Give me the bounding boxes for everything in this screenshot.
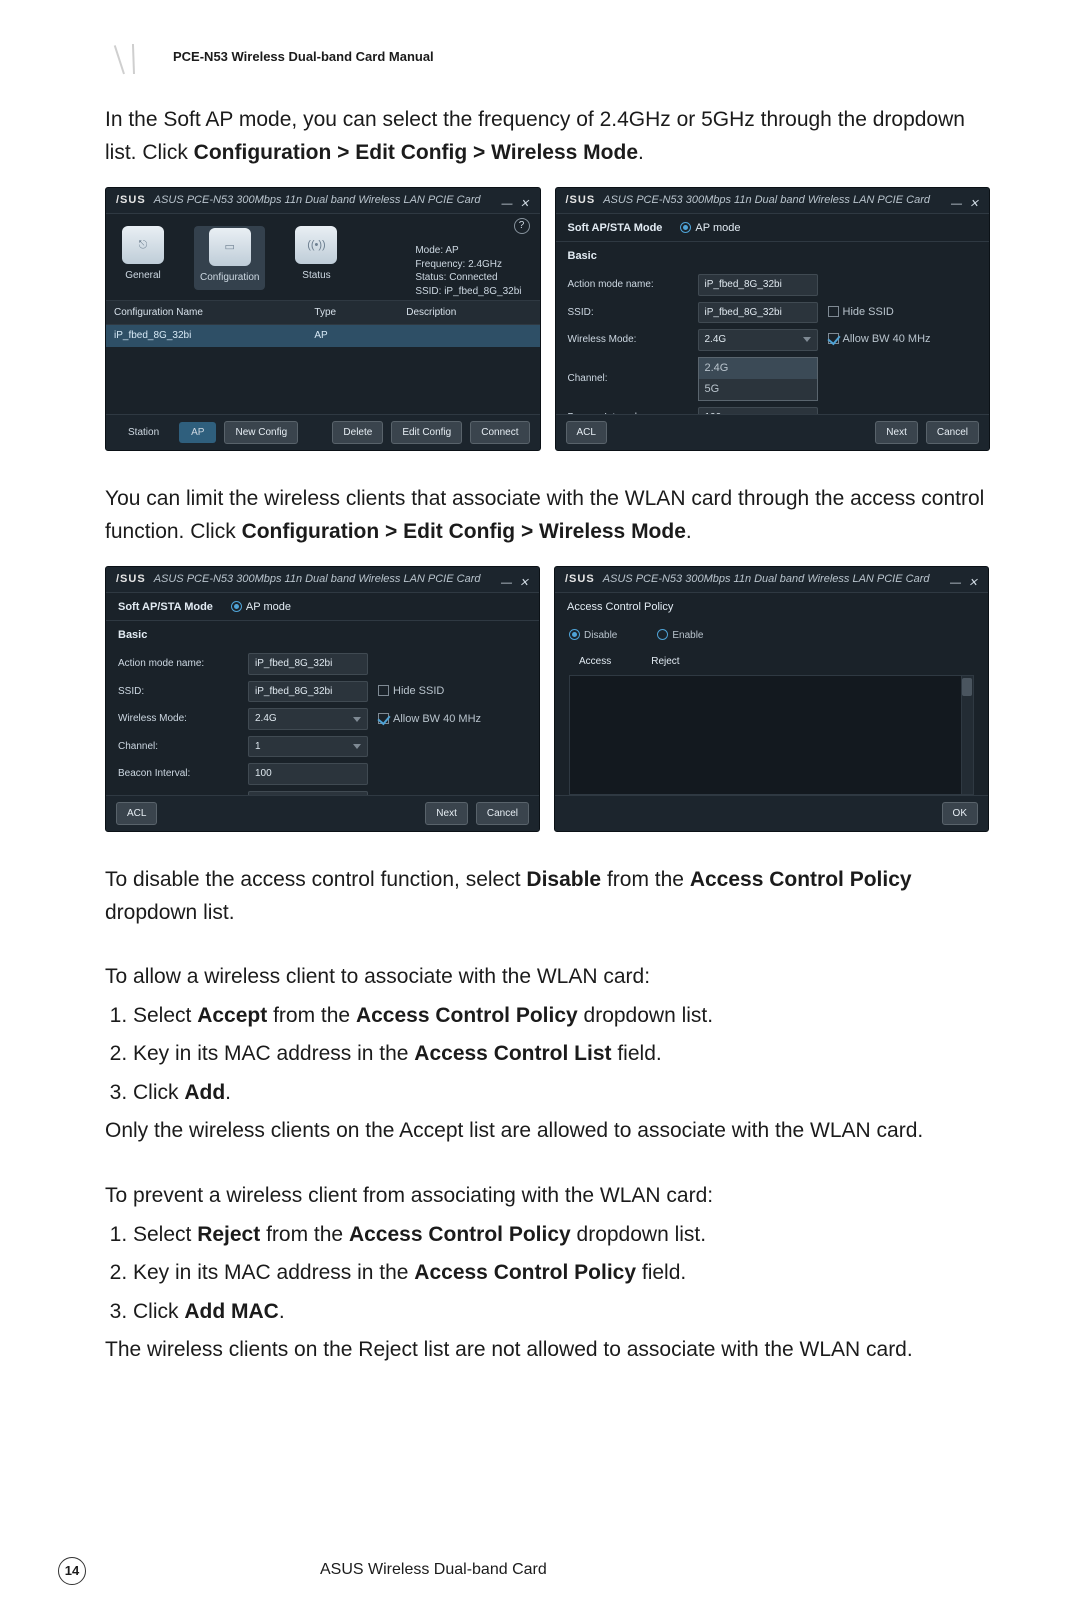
channel-select[interactable]: 1 bbox=[248, 736, 368, 758]
channel-open-list[interactable]: 2.4G 5G bbox=[698, 357, 818, 401]
minimize-button[interactable]: — bbox=[502, 196, 512, 206]
ap-mode-radio[interactable]: AP mode bbox=[231, 599, 291, 616]
section-basic: Basic bbox=[556, 242, 990, 271]
panel-edit-config-dropdown: /SUS ASUS PCE-N53 300Mbps 11n Dual band … bbox=[555, 187, 991, 451]
cancel-button[interactable]: Cancel bbox=[476, 802, 529, 826]
close-button[interactable]: ✕ bbox=[969, 196, 979, 206]
minimize-button[interactable]: — bbox=[951, 196, 961, 206]
mode-readout: Mode: AP Frequency: 2.4GHz Status: Conne… bbox=[415, 244, 521, 298]
next-button[interactable]: Next bbox=[425, 802, 468, 826]
close-button[interactable]: ✕ bbox=[520, 196, 530, 206]
help-button[interactable]: ? bbox=[514, 218, 530, 234]
reject-steps: Select Reject from the Access Control Po… bbox=[105, 1219, 990, 1329]
wireless-mode-select[interactable]: 2.4G bbox=[248, 708, 368, 730]
tab-general[interactable]: ⎋ General bbox=[122, 226, 164, 290]
para-reject-result: The wireless clients on the Reject list … bbox=[105, 1334, 990, 1367]
ok-button[interactable]: OK bbox=[942, 802, 978, 826]
mac-listbox[interactable] bbox=[569, 675, 974, 795]
hide-ssid-checkbox[interactable]: Hide SSID bbox=[378, 683, 444, 700]
panel-edit-config-basic: /SUS ASUS PCE-N53 300Mbps 11n Dual band … bbox=[105, 566, 540, 832]
new-config-button[interactable]: New Config bbox=[224, 421, 298, 445]
brand: /SUS bbox=[116, 192, 146, 209]
panel-config-list: /SUS ASUS PCE-N53 300Mbps 11n Dual band … bbox=[105, 187, 541, 451]
config-row-selected[interactable]: iP_fbed_8G_32bi AP bbox=[106, 325, 540, 347]
scrollbar[interactable] bbox=[961, 676, 973, 794]
page-number: 14 bbox=[58, 1557, 86, 1585]
acp-title: Access Control Policy bbox=[555, 593, 988, 622]
screenshot-row-2: /SUS ASUS PCE-N53 300Mbps 11n Dual band … bbox=[105, 566, 990, 832]
connect-button[interactable]: Connect bbox=[470, 421, 529, 445]
antenna-icon bbox=[105, 40, 155, 74]
action-mode-field[interactable]: iP_fbed_8G_32bi bbox=[248, 653, 368, 675]
close-button[interactable]: ✕ bbox=[968, 575, 978, 585]
delete-button[interactable]: Delete bbox=[332, 421, 383, 445]
ap-mode-radio[interactable]: AP mode bbox=[680, 220, 740, 237]
tab-status[interactable]: ((•)) Status bbox=[295, 226, 337, 290]
general-icon: ⎋ bbox=[122, 226, 164, 264]
allow-steps: Select Accept from the Access Control Po… bbox=[105, 1000, 990, 1110]
wireless-mode-select[interactable]: 2.4G bbox=[698, 329, 818, 351]
status-icon: ((•)) bbox=[295, 226, 337, 264]
ssid-field[interactable]: iP_fbed_8G_32bi bbox=[248, 681, 368, 703]
ssid-field[interactable]: iP_fbed_8G_32bi bbox=[698, 302, 818, 324]
softap-label: Soft AP/STA Mode bbox=[568, 220, 663, 237]
acp-disable-radio[interactable]: Disable bbox=[569, 628, 617, 644]
para-access-control-intro: You can limit the wireless clients that … bbox=[105, 483, 990, 548]
acl-button[interactable]: ACL bbox=[116, 802, 157, 826]
chevron-down-icon bbox=[353, 717, 361, 722]
chevron-down-icon bbox=[353, 744, 361, 749]
tab-reject[interactable]: Reject bbox=[651, 654, 679, 670]
footer-tab-station[interactable]: Station bbox=[116, 422, 171, 444]
minimize-button[interactable]: — bbox=[950, 575, 960, 585]
para-reject-intro: To prevent a wireless client from associ… bbox=[105, 1180, 990, 1213]
action-mode-field[interactable]: iP_fbed_8G_32bi bbox=[698, 274, 818, 296]
manual-title: PCE-N53 Wireless Dual-band Card Manual bbox=[173, 47, 434, 67]
titlebar: /SUS ASUS PCE-N53 300Mbps 11n Dual band … bbox=[106, 188, 540, 214]
edit-config-button[interactable]: Edit Config bbox=[391, 421, 462, 445]
acl-button[interactable]: ACL bbox=[566, 421, 607, 445]
para-softap-intro: In the Soft AP mode, you can select the … bbox=[105, 104, 990, 169]
minimize-button[interactable]: — bbox=[501, 575, 511, 585]
tab-configuration[interactable]: ▭ Configuration bbox=[194, 226, 265, 290]
config-table-header: Configuration Name Type Description bbox=[106, 300, 540, 326]
close-button[interactable]: ✕ bbox=[519, 575, 529, 585]
allow-bw-checkbox[interactable]: Allow BW 40 MHz bbox=[828, 331, 931, 348]
allow-bw-checkbox[interactable]: Allow BW 40 MHz bbox=[378, 711, 481, 728]
footer-title: ASUS Wireless Dual-band Card bbox=[320, 1558, 1080, 1583]
tab-accept[interactable]: Access bbox=[579, 654, 611, 670]
window-title: ASUS PCE-N53 300Mbps 11n Dual band Wirel… bbox=[154, 192, 481, 209]
para-allow-result: Only the wireless clients on the Accept … bbox=[105, 1115, 990, 1148]
manual-header: PCE-N53 Wireless Dual-band Card Manual bbox=[105, 40, 990, 74]
para-allow-intro: To allow a wireless client to associate … bbox=[105, 961, 990, 994]
panel-access-control: /SUS ASUS PCE-N53 300Mbps 11n Dual band … bbox=[554, 566, 989, 832]
screenshot-row-1: /SUS ASUS PCE-N53 300Mbps 11n Dual band … bbox=[105, 187, 990, 451]
beacon-field[interactable]: 100 bbox=[248, 763, 368, 785]
next-button[interactable]: Next bbox=[875, 421, 918, 445]
hide-ssid-checkbox[interactable]: Hide SSID bbox=[828, 304, 894, 321]
cancel-button[interactable]: Cancel bbox=[926, 421, 979, 445]
chevron-down-icon bbox=[803, 337, 811, 342]
acp-enable-radio[interactable]: Enable bbox=[657, 628, 703, 644]
configuration-icon: ▭ bbox=[209, 228, 251, 266]
footer-tab-ap[interactable]: AP bbox=[179, 422, 216, 444]
para-disable-acp: To disable the access control function, … bbox=[105, 864, 990, 929]
